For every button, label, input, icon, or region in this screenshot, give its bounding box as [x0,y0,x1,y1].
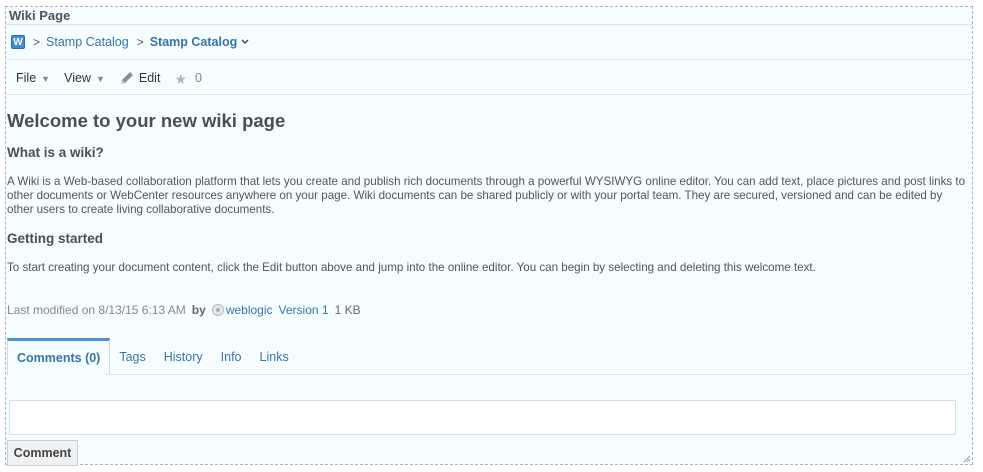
wiki-icon[interactable]: W [11,35,25,49]
chevron-down-icon[interactable] [241,37,249,47]
dropdown-arrow-icon: ▼ [41,74,51,84]
breadcrumb-current-stamp-catalog[interactable]: Stamp Catalog [150,35,238,49]
tab-links[interactable]: Links [251,338,298,375]
divider [106,374,972,375]
tab-comments[interactable]: Comments (0) [7,338,111,375]
rating[interactable]: ★ 0 [174,70,202,87]
edit-button[interactable]: Edit [119,70,161,86]
tab-history[interactable]: History [155,338,212,375]
panel-title: Wiki Page [9,8,71,23]
tab-tags[interactable]: Tags [110,338,154,375]
rating-count: 0 [194,71,202,85]
comment-button[interactable]: Comment [7,440,78,466]
wiki-page-panel: Wiki Page W > Stamp Catalog > Stamp Cata… [5,6,973,466]
view-menu[interactable]: View ▼ [64,71,105,85]
page-metadata: Last modified on 8/13/15 6:13 AM by webl… [7,303,361,317]
version-link[interactable]: Version 1 [279,303,329,317]
edit-button-label: Edit [138,71,161,85]
last-modified-text: Last modified on 8/13/15 6:13 AM [7,303,186,317]
user-icon [211,304,224,316]
file-size: 1 KB [334,303,361,317]
breadcrumb-link-stamp-catalog[interactable]: Stamp Catalog [46,35,129,49]
tab-bar: Comments (0) Tags History Info Links [7,338,298,375]
by-label: by [191,303,206,317]
star-icon[interactable]: ★ [174,71,187,88]
comment-input[interactable] [9,400,956,435]
breadcrumb-separator: > [136,35,144,49]
panel-title-bar: Wiki Page [6,7,972,25]
tab-info[interactable]: Info [212,338,251,375]
toolbar: File ▼ View ▼ Edit ★ 0 [16,68,216,88]
section-body-getting-started: To start creating your document content,… [7,261,816,274]
divider [6,59,972,60]
resize-handle-icon[interactable] [963,455,971,463]
breadcrumb: W > Stamp Catalog > Stamp Catalog [11,33,249,51]
author-link[interactable]: weblogic [226,303,273,317]
page-title: Welcome to your new wiki page [7,110,286,131]
pencil-icon [120,72,133,84]
section-body-what-is-wiki: A Wiki is a Web-based collaboration plat… [7,175,966,216]
breadcrumb-separator: > [33,35,41,49]
dropdown-arrow-icon: ▼ [95,74,105,84]
file-menu-label: File [16,71,37,85]
section-heading-what-is-wiki: What is a wiki? [7,145,104,160]
file-menu[interactable]: File ▼ [16,71,50,85]
view-menu-label: View [64,71,91,85]
divider [6,94,972,95]
section-heading-getting-started: Getting started [7,231,104,246]
